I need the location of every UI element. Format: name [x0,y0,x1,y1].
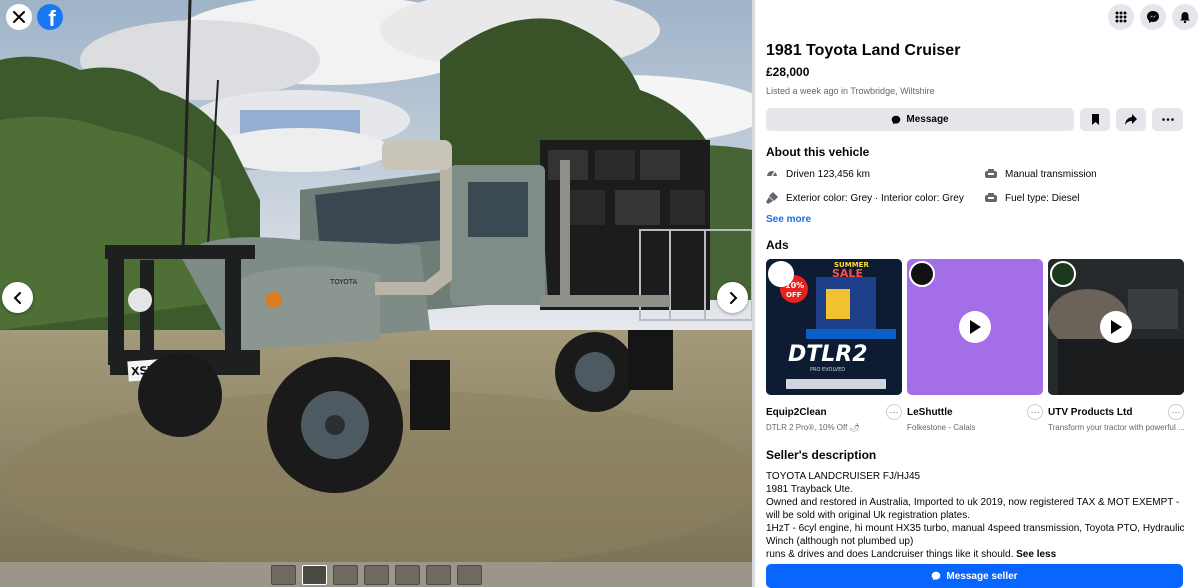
share-button[interactable] [1116,108,1146,131]
listing-location-time: Listed a week ago in Trowbridge, Wiltshi… [766,86,935,96]
ad-product-sub: PRO EVOLVED [810,367,845,373]
ad-advertiser-name[interactable]: Equip2Clean [766,407,827,418]
description-line: 1HzT - 6cyl engine, hi mount HX35 turbo,… [766,523,1185,547]
messenger-icon [1147,11,1159,23]
photo-thumbnail[interactable] [394,564,420,585]
description-line: runs & drives and does Landcruiser thing… [766,549,1014,559]
facebook-logo[interactable]: f [37,4,63,31]
photo-thumbnail[interactable] [332,564,358,585]
photo-thumbnail[interactable] [425,564,451,585]
ad-image[interactable]: SUMMER SALE 10% OFF DTLR2 PRO EVOLVED [766,259,902,395]
more-dots-icon [1161,118,1174,121]
more-options-button[interactable] [1152,108,1183,131]
ad-subtitle: Transform your tractor with powerful ... [1048,423,1184,432]
description-line: TOYOTA LANDCRUISER FJ/HJ45 [766,471,921,482]
listing-photo: XSY 60 TOYOTA [0,0,752,562]
see-less-link[interactable]: See less [1016,549,1056,559]
messenger-button[interactable] [1140,4,1166,30]
menu-button[interactable] [1108,4,1134,30]
grid-menu-icon [1115,11,1127,23]
ad-banner-main: SALE [832,267,863,280]
listing-content: 1981 Toyota Land Cruiser £28,000 Listed … [766,38,1186,559]
top-bar [1108,0,1200,34]
play-icon [970,320,981,334]
ads-list: SUMMER SALE 10% OFF DTLR2 PRO EVOLVED Eq… [766,259,1186,432]
see-more-link[interactable]: See more [766,214,1186,225]
spec-text: Manual transmission [1005,168,1097,180]
messenger-icon [932,571,941,581]
ad-card[interactable]: LeShuttle ··· Folkestone - Calais [907,259,1043,432]
bell-icon [1180,12,1190,23]
steering-wheel-icon [985,169,997,178]
spec-text: Fuel type: Diesel [1005,192,1080,204]
play-icon [1111,320,1122,334]
next-photo-button[interactable] [717,282,748,313]
vehicle-specs: Driven 123,456 km Manual transmission Ex… [766,168,1186,204]
ad-advertiser-name[interactable]: LeShuttle [907,407,953,418]
ad-card[interactable]: UTV Products Ltd ··· Transform your trac… [1048,259,1184,432]
save-button[interactable] [1080,108,1110,131]
chevron-left-icon [13,291,21,304]
play-video-button[interactable] [1100,311,1132,343]
listing-title: 1981 Toyota Land Cruiser [766,42,961,59]
spec-transmission: Manual transmission [985,168,1185,180]
spec-text: Driven 123,456 km [786,168,870,180]
about-vehicle-heading: About this vehicle [766,145,870,159]
message-button-label: Message [906,114,949,125]
message-seller-label: Message seller [946,570,1018,582]
facebook-logo-letter: f [48,6,56,31]
ad-avatar [768,261,794,287]
message-seller-button[interactable]: Message seller [766,564,1183,588]
close-icon [13,11,25,23]
photo-thumbnail-active[interactable] [301,564,327,585]
truck-photo-image: XSY 60 TOYOTA [0,0,752,562]
messenger-icon [892,115,901,124]
ad-image[interactable] [907,259,1043,395]
ad-avatar [909,261,935,287]
ads-heading: Ads [766,238,789,252]
ad-options-button[interactable]: ··· [1168,404,1184,420]
spec-color: Exterior color: Grey · Interior color: G… [766,192,985,204]
ad-options-button[interactable]: ··· [1027,404,1043,420]
notifications-button[interactable] [1172,4,1198,30]
action-row: Message [766,108,1183,131]
chevron-right-icon [729,291,737,304]
seller-description: TOYOTA LANDCRUISER FJ/HJ45 1981 Trayback… [766,470,1186,559]
spec-fuel: Fuel type: Diesel [985,192,1185,204]
ad-subtitle: Folkestone - Calais [907,423,976,432]
spec-text: Exterior color: Grey · Interior color: G… [786,192,964,204]
bookmark-icon [1091,114,1099,125]
photo-thumbnail[interactable] [270,564,296,585]
photo-thumbnail-strip [0,562,752,587]
ad-product-name: DTLR2 [788,342,868,367]
spec-mileage: Driven 123,456 km [766,168,985,180]
description-line: 1981 Trayback Ute. [766,484,853,495]
ad-subtitle: DTLR 2 Pro®, 10% Off 🌶 [766,423,860,432]
ad-image[interactable] [1048,259,1184,395]
ad-avatar [1050,261,1076,287]
close-viewer-button[interactable] [6,4,32,30]
photo-thumbnail[interactable] [456,564,482,585]
ad-card[interactable]: SUMMER SALE 10% OFF DTLR2 PRO EVOLVED Eq… [766,259,902,432]
play-video-button[interactable] [959,311,991,343]
ad-options-button[interactable]: ··· [886,404,902,420]
listing-price: £28,000 [766,65,810,79]
description-line: Owned and restored in Australia, Importe… [766,497,1180,521]
listing-detail-panel: 1981 Toyota Land Cruiser £28,000 Listed … [755,0,1200,587]
paint-brush-icon [766,192,778,204]
photo-thumbnail[interactable] [363,564,389,585]
truck-badge-text: TOYOTA [329,278,358,286]
seller-description-heading: Seller's description [766,448,877,462]
photo-viewer: XSY 60 TOYOTA f [0,0,752,587]
ad-advertiser-name[interactable]: UTV Products Ltd [1048,407,1132,418]
ad-discount-off: OFF [786,291,802,299]
fuel-pump-icon [985,193,997,202]
share-icon [1125,114,1137,125]
message-button[interactable]: Message [766,108,1074,131]
previous-photo-button[interactable] [2,282,33,313]
speedometer-icon [767,171,777,177]
